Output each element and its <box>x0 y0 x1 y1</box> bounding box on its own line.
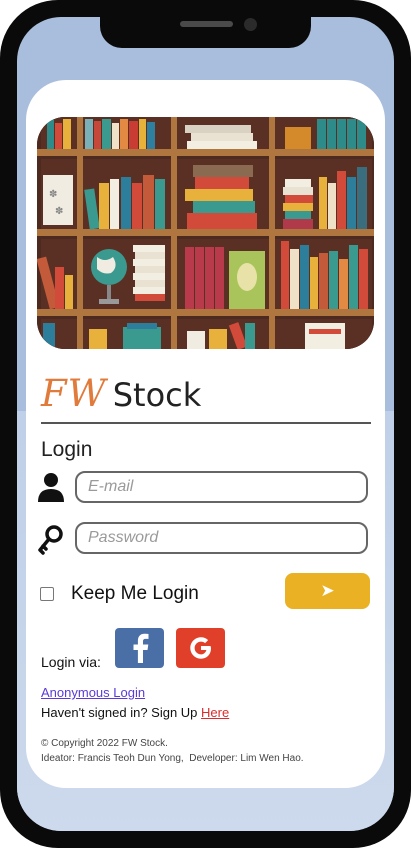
login-via-label: Login via: <box>41 654 101 670</box>
remember-label: Keep Me Login <box>71 583 199 604</box>
signup-here-link[interactable]: Here <box>201 705 229 720</box>
remember-checkbox[interactable] <box>40 587 54 601</box>
login-card: ✽ ✽ FW Stock Login E-mail Keep Me Login … <box>26 80 385 788</box>
login-heading: Login <box>41 438 93 461</box>
google-icon <box>189 637 211 659</box>
svg-text:✽: ✽ <box>55 206 63 217</box>
facebook-login-button[interactable] <box>115 628 164 668</box>
divider <box>41 422 371 424</box>
bookshelf-illustration: ✽ ✽ <box>37 117 374 349</box>
phone-notch <box>100 17 311 48</box>
signup-text: Haven't signed in? Sign Up <box>41 705 202 720</box>
camera <box>244 18 257 31</box>
footer-credits: © Copyright 2022 FW Stock. Ideator: Franc… <box>41 736 304 766</box>
logo-fw: FW <box>41 372 107 415</box>
speaker <box>180 21 233 27</box>
key-icon <box>37 524 65 556</box>
logo-stock: Stock <box>112 376 202 414</box>
svg-text:✽: ✽ <box>49 189 57 200</box>
email-field[interactable] <box>75 471 368 503</box>
google-login-button[interactable] <box>176 628 225 668</box>
anonymous-login-link[interactable]: Anonymous Login <box>41 685 145 700</box>
password-field[interactable] <box>75 522 368 554</box>
remember-me: Keep Me Login <box>40 583 199 605</box>
phone-frame: ✽ ✽ FW Stock Login E-mail Keep Me Login … <box>0 0 411 848</box>
facebook-icon <box>133 633 148 663</box>
arrow-right-icon: ➤ <box>320 581 335 600</box>
user-icon <box>37 472 65 504</box>
login-submit-button[interactable]: ➤ <box>285 573 370 609</box>
signup-prompt: Haven't signed in? Sign Up Here <box>41 705 229 720</box>
copyright-text: © Copyright 2022 FW Stock. <box>41 738 168 749</box>
credits-text: Ideator: Francis Teoh Dun Yong, Develope… <box>41 753 304 764</box>
app-logo: FW Stock <box>41 372 202 415</box>
